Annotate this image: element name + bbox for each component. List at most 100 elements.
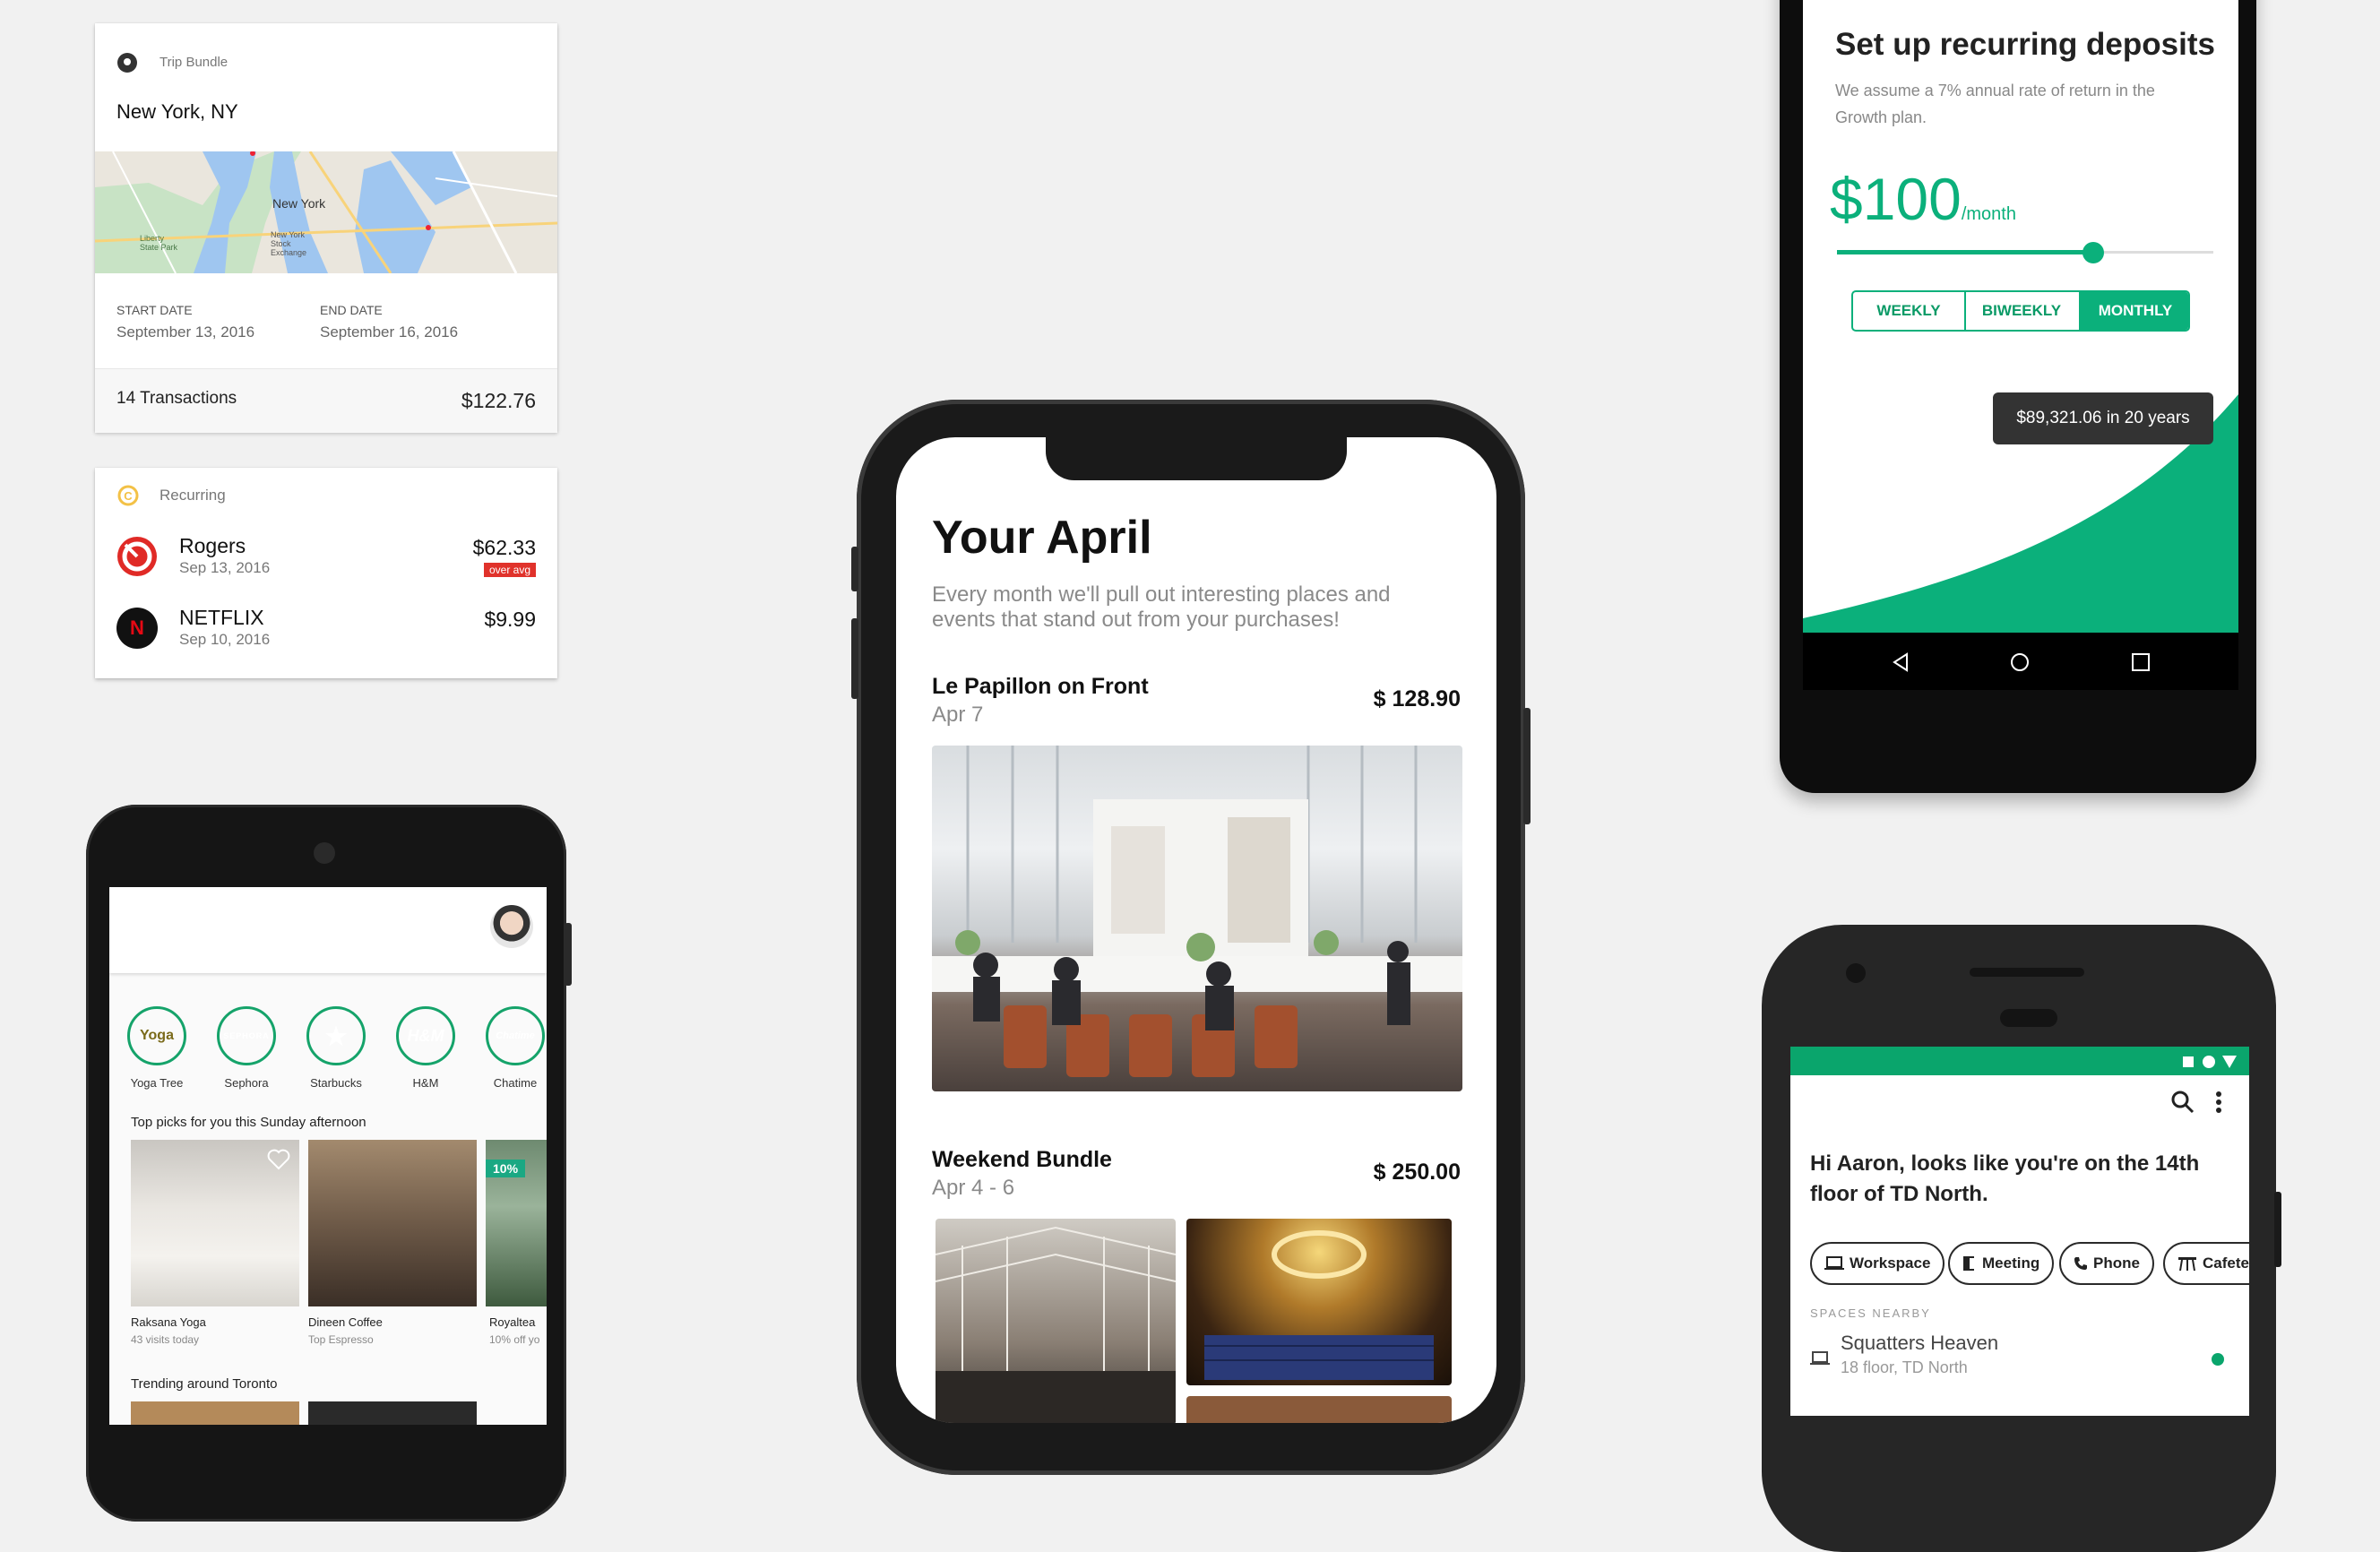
recurring-item-date: Sep 10, 2016 [179,631,271,648]
card-type-label: Recurring [160,487,226,504]
brand-hm[interactable]: H&M [396,1006,455,1065]
map-city-label: New York [272,196,326,211]
brand-logo: SEPHORA [223,1013,270,1059]
transactions-count: 14 Transactions [116,389,237,408]
trip-bundle-card[interactable]: Trip Bundle New York, NY New York New Yo… [95,23,557,433]
recurring-card[interactable]: C Recurring Rogers Sep 13, 2016 $62.33 o… [95,468,557,678]
trending-card[interactable] [131,1401,299,1425]
deposits-subtitle: We assume a 7% annual rate of return in … [1835,82,2155,126]
end-date-label: END DATE [320,303,383,317]
pick-name: Dineen Coffee [308,1315,383,1329]
more-options-icon[interactable] [2215,1090,2222,1115]
chip-label: Meeting [1982,1255,2040,1272]
svg-text:C: C [124,489,133,503]
brand-chatime[interactable]: Chatime [486,1006,545,1065]
cafeteria-icon [2178,1257,2196,1272]
deposit-amount-period: /month [1961,204,2016,224]
space-name: Squatters Heaven [1841,1332,1999,1354]
recurring-item[interactable]: N NETFLIX Sep 10, 2016 $9.99 [95,606,557,667]
space-meta: 18 floor, TD North [1841,1358,1968,1376]
deposits-screen[interactable]: Set up recurring deposits We assume a 7%… [1803,0,2238,633]
over-average-badge: over avg [483,563,536,577]
places-side-button [565,923,572,986]
frequency-biweekly[interactable]: BIWEEKLY [1964,292,2081,330]
pick-name: Royaltea [489,1315,536,1329]
map-park-label: Liberty State Park [140,234,178,252]
home-icon[interactable] [2010,652,2030,672]
brand-logo-text: H&M [407,1026,444,1045]
trip-map[interactable]: New York New York Stock Exchange Liberty… [95,151,557,273]
iphone-screen[interactable]: Your April Every month we'll pull out in… [896,437,1496,1423]
page-subtitle: Every month we'll pull out interesting p… [932,582,1391,632]
pick-name: Raksana Yoga [131,1315,206,1329]
workspace-screen[interactable]: Hi Aaron, looks like you're on the 14th … [1790,1047,2249,1416]
availability-dot [2212,1353,2224,1366]
transactions-row[interactable]: 14 Transactions $122.76 [95,368,557,433]
frequency-monthly[interactable]: MONTHLY [2079,292,2188,330]
trip-city: New York, NY [116,100,238,123]
brand-label: H&M [412,1076,439,1090]
recurring-item[interactable]: Rogers Sep 13, 2016 $62.33 over avg [95,534,557,595]
deposit-amount: $100/month [1830,165,2016,233]
avatar[interactable] [490,905,533,948]
recurring-item-date: Sep 13, 2016 [179,559,271,576]
brand-yoga-tree[interactable]: Yoga [127,1006,186,1065]
extra-photo[interactable] [1186,1396,1452,1423]
pick-meta: Top Espresso [308,1333,374,1346]
entry-date: Apr 4 - 6 [932,1176,1015,1200]
slider-thumb[interactable] [2082,242,2104,263]
discount-badge: 10% [486,1160,526,1177]
iphone-side-button [1523,708,1531,824]
section-heading: Trending around Toronto [131,1376,278,1392]
pick-card[interactable] [308,1140,477,1306]
theatre-photo[interactable] [1186,1219,1452,1385]
android-nav-bar [1803,633,2238,690]
back-icon[interactable] [1891,652,1910,672]
brand-label: Yoga Tree [130,1076,184,1090]
deposit-slider[interactable] [1837,242,2213,263]
netflix-logo-letter: N [130,616,144,639]
pick-meta: 43 visits today [131,1333,200,1346]
frequency-weekly[interactable]: WEEKLY [1853,292,1966,330]
status-square-icon [2183,1056,2194,1067]
heart-icon[interactable] [267,1149,290,1170]
cafe-photo[interactable] [932,746,1462,1091]
section-heading: Top picks for you this Sunday afternoon [131,1115,366,1130]
brand-logo-text: ★ [324,1022,348,1050]
meeting-room-icon [1963,1256,1975,1271]
brand-logo: ★ [313,1013,359,1059]
chip-meeting[interactable]: Meeting [1948,1242,2055,1285]
deposits-title: Set up recurring deposits [1835,27,2215,62]
chip-cafeteria[interactable]: Cafeter [2163,1242,2249,1285]
brand-starbucks[interactable]: ★ [306,1006,366,1065]
frequency-toggle[interactable]: WEEKLY BIWEEKLY MONTHLY [1851,290,2190,332]
status-bar [1790,1047,2249,1075]
brand-label: Sephora [224,1076,269,1090]
trending-card[interactable] [308,1401,477,1425]
brand-sephora[interactable]: SEPHORA [217,1006,276,1065]
transactions-total: $122.76 [461,389,536,412]
iphone-side-button [851,547,858,591]
section-label: SPACES NEARBY [1810,1306,1931,1320]
chip-workspace[interactable]: Workspace [1810,1242,1945,1285]
deposit-amount-value: $100 [1830,166,1962,232]
brand-logo-text: Chatime [496,1030,535,1041]
recurring-icon: C [117,485,139,506]
space-list-item[interactable]: Squatters Heaven 18 floor, TD North [1790,1332,2249,1385]
chip-label: Phone [2093,1255,2140,1272]
market-hall-photo[interactable] [936,1219,1176,1423]
start-date-label: START DATE [116,303,193,317]
recurring-item-amount: $9.99 [484,608,536,631]
recurring-item-name: Rogers [179,534,246,557]
recents-icon[interactable] [2131,652,2151,672]
phone-icon [2074,1257,2087,1270]
laptop-icon [1810,1351,1830,1365]
search-icon[interactable] [2170,1090,2195,1115]
entry-name: Weekend Bundle [932,1147,1112,1172]
pick-card[interactable]: 10% [486,1140,547,1306]
chip-phone[interactable]: Phone [2059,1242,2154,1285]
places-screen[interactable]: Yoga SEPHORA ★ H&M Chatime Yoga Tree Sep… [109,887,547,1425]
pick-card[interactable] [131,1140,299,1306]
pick-meta: 10% off yo [489,1333,540,1346]
laptop-icon [1824,1256,1844,1270]
